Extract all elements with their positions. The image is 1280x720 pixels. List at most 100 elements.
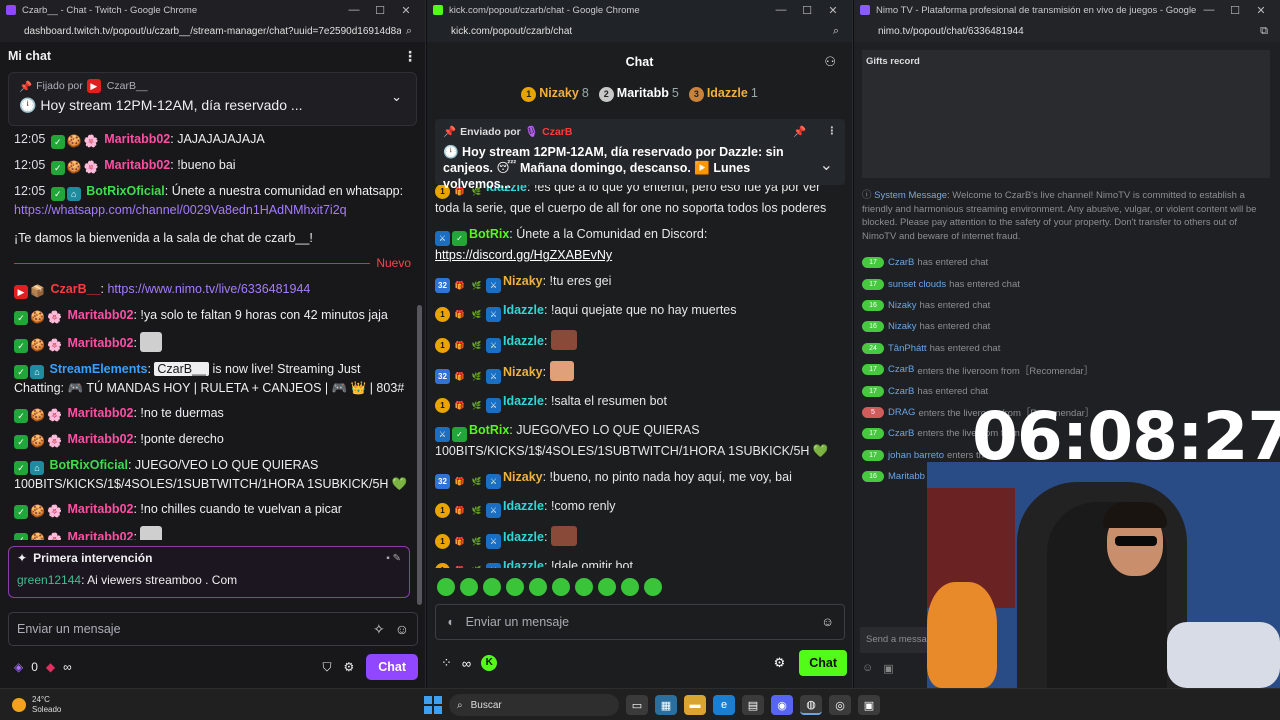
maximize-icon[interactable]: ☐	[794, 4, 820, 17]
task-view-icon[interactable]: ▭	[626, 695, 648, 715]
username[interactable]: Nizaky	[503, 274, 543, 288]
nimo-link[interactable]: https://www.nimo.tv/live/6336481944	[107, 282, 310, 296]
zoom-icon[interactable]: ⌕	[828, 25, 844, 38]
url-text[interactable]: dashboard.twitch.tv/popout/u/czarb__/str…	[24, 26, 401, 37]
emote-icon[interactable]	[644, 578, 662, 596]
username[interactable]: Maritabb02	[104, 132, 170, 146]
dots-icon[interactable]: ⁘	[441, 655, 452, 671]
username[interactable]: StreamElements	[49, 362, 147, 376]
username[interactable]: Maritabb02	[104, 158, 170, 172]
url-text[interactable]: kick.com/popout/czarb/chat	[451, 26, 828, 37]
emote-icon[interactable]	[575, 578, 593, 596]
taskbar-search[interactable]: ⌕ Buscar	[449, 694, 619, 716]
chevron-down-icon[interactable]: ⌄	[820, 155, 833, 175]
store-icon[interactable]: ▤	[742, 695, 764, 715]
leader-item[interactable]: 2 Maritabb 5	[598, 86, 679, 102]
widgets-icon[interactable]: ▦	[655, 695, 677, 715]
username[interactable]: CzarB	[888, 428, 914, 439]
leader-item[interactable]: 3 Idazzle 1	[688, 86, 758, 102]
shield-icon[interactable]: ⛉	[322, 660, 331, 675]
reply-icon[interactable]: ◖	[446, 615, 454, 629]
username[interactable]: Maritabb02	[67, 502, 133, 516]
discord-link[interactable]: https://discord.gg/HgZXABEvNy	[435, 248, 612, 262]
username[interactable]: Idazzle	[503, 530, 544, 544]
edit-icon[interactable]: ▪ ✎	[386, 553, 401, 564]
address-bar[interactable]: nimo.tv/popout/chat/6336481944 ⧉	[854, 20, 1280, 42]
close-icon[interactable]: ✕	[393, 4, 419, 17]
username[interactable]: Maritabb02	[67, 308, 133, 322]
username[interactable]: Idazzle	[503, 303, 544, 317]
bits-icon[interactable]: ◆	[46, 660, 55, 674]
file-explorer-icon[interactable]: ▬	[684, 695, 706, 715]
cast-icon[interactable]: ⧉	[1256, 25, 1272, 38]
minimize-icon[interactable]: —	[768, 4, 794, 16]
username[interactable]: green12144	[17, 573, 81, 587]
mention-chip[interactable]: CzarB__	[154, 362, 210, 376]
username[interactable]: CzarB	[888, 257, 914, 268]
username[interactable]: BotRixOficial	[49, 458, 128, 472]
username[interactable]: BotRix	[469, 423, 509, 437]
unpin-icon[interactable]: 📌	[793, 125, 806, 138]
obs-icon[interactable]: ◎	[829, 695, 851, 715]
emote-icon[interactable]	[529, 578, 547, 596]
username[interactable]: johan barreto	[888, 450, 944, 461]
username[interactable]: Nizaky	[888, 300, 917, 311]
chat-send-button[interactable]: Chat	[799, 650, 847, 676]
emote-icon[interactable]	[621, 578, 639, 596]
chrome-icon[interactable]: ◍	[800, 695, 822, 715]
username[interactable]: CzarB	[888, 364, 914, 375]
magic-icon[interactable]: ✧	[373, 621, 385, 638]
username[interactable]: Nizaky	[503, 470, 543, 484]
username[interactable]: CzarB__	[50, 282, 100, 296]
users-icon[interactable]: ⚇	[824, 54, 836, 70]
emote-icon[interactable]	[552, 578, 570, 596]
emoji-icon[interactable]: ☺	[862, 662, 873, 675]
url-text[interactable]: nimo.tv/popout/chat/6336481944	[878, 26, 1256, 37]
username[interactable]: TânPhátt	[888, 343, 927, 354]
gift-icon[interactable]: ▣	[883, 662, 893, 675]
more-options-icon[interactable]: ⋮	[403, 48, 417, 65]
discord-icon[interactable]: ◉	[771, 695, 793, 715]
username[interactable]: sunset clouds	[888, 279, 946, 290]
maximize-icon[interactable]: ☐	[367, 4, 393, 17]
zoom-icon[interactable]: ⌕	[401, 25, 417, 38]
address-bar[interactable]: dashboard.twitch.tv/popout/u/czarb__/str…	[0, 20, 425, 42]
weather-widget[interactable]: 24°C Soleado	[0, 695, 61, 715]
chat-input[interactable]: Enviar un mensaje ✧ ☺	[8, 612, 418, 646]
whatsapp-link[interactable]: https://whatsapp.com/channel/0029Va8edn1…	[14, 203, 347, 217]
emoji-icon[interactable]: ☺	[821, 615, 834, 629]
username[interactable]: Idazzle	[503, 334, 544, 348]
username[interactable]: Maritabb02	[67, 336, 133, 350]
close-icon[interactable]: ✕	[820, 4, 846, 17]
emoji-icon[interactable]: ☺	[395, 621, 409, 638]
username[interactable]: BotRixOficial	[86, 184, 165, 198]
emote-icon[interactable]	[506, 578, 524, 596]
minimize-icon[interactable]: —	[1196, 4, 1222, 16]
username[interactable]: BotRix	[469, 227, 509, 241]
username[interactable]: Maritabb02	[67, 530, 133, 540]
app-icon[interactable]: ▣	[858, 695, 880, 715]
more-options-icon[interactable]: ⋮	[827, 125, 838, 138]
kick-logo-icon[interactable]: K	[481, 655, 498, 671]
pinned-message[interactable]: 📌 Fijado por ▶ CzarB__ 🕛 Hoy stream 12PM…	[8, 72, 417, 126]
channel-points-icon[interactable]: ◈	[14, 660, 23, 674]
scrollbar[interactable]	[417, 305, 422, 605]
username[interactable]: Nizaky	[888, 321, 917, 332]
leader-item[interactable]: 1 Nizaky 8	[521, 86, 589, 102]
close-icon[interactable]: ✕	[1248, 4, 1274, 17]
maximize-icon[interactable]: ☐	[1222, 4, 1248, 17]
emote-icon[interactable]	[437, 578, 455, 596]
gear-icon[interactable]: ⚙	[774, 655, 786, 671]
username[interactable]: Idazzle	[503, 559, 544, 568]
address-bar[interactable]: kick.com/popout/czarb/chat ⌕	[427, 20, 852, 42]
username[interactable]: Maritabb	[888, 471, 925, 482]
kick-pinned-message[interactable]: 📌 Enviado por 🎙 CzarB 📌 ⋮ 🕛 Hoy stream 1…	[435, 119, 845, 191]
emote-icon[interactable]	[483, 578, 501, 596]
username[interactable]: Idazzle	[503, 394, 544, 408]
chat-input[interactable]: ◖ Enviar un mensaje ☺	[435, 604, 845, 640]
username[interactable]: Maritabb02	[67, 406, 133, 420]
emote-icon[interactable]	[598, 578, 616, 596]
emote-icon[interactable]	[460, 578, 478, 596]
username[interactable]: CzarB	[888, 386, 914, 397]
gear-icon[interactable]: ⚙	[343, 660, 354, 674]
